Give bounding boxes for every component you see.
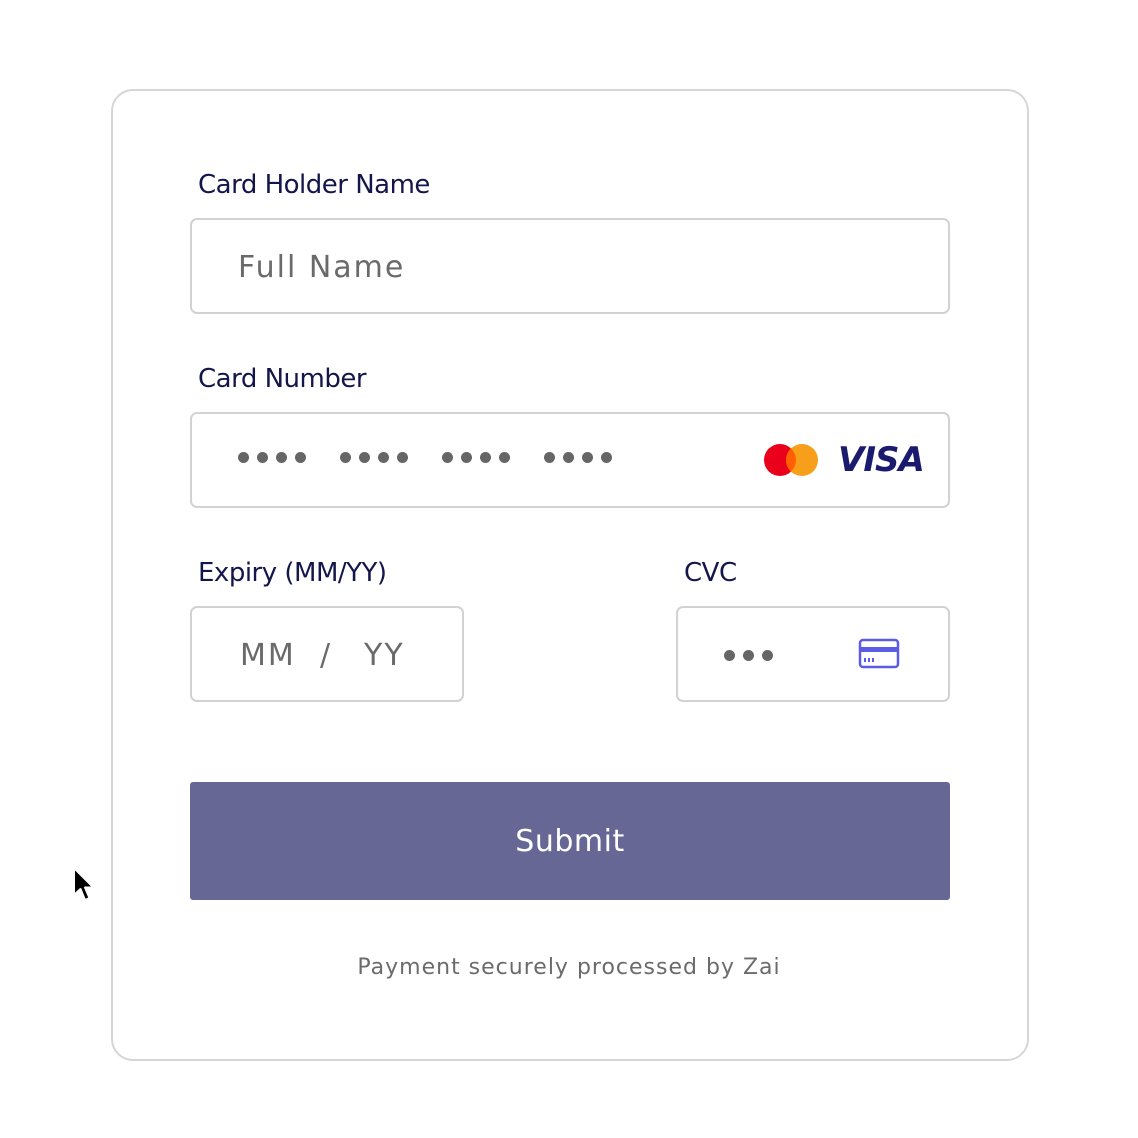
- cvc-input[interactable]: [676, 606, 950, 702]
- expiry-input[interactable]: MM / YY: [190, 606, 464, 702]
- card-number-label: Card Number: [198, 364, 367, 394]
- expiry-mm-placeholder: MM: [240, 638, 296, 673]
- payment-footer-text: Payment securely processed by Zai: [357, 955, 781, 980]
- mastercard-icon: [764, 444, 818, 476]
- expiry-yy-placeholder: YY: [364, 638, 405, 673]
- card-number-input[interactable]: VISA: [190, 412, 950, 508]
- card-icon: [858, 638, 900, 669]
- submit-button[interactable]: Submit: [190, 782, 950, 900]
- expiry-separator: /: [320, 638, 333, 673]
- card-holder-input[interactable]: Full Name: [190, 218, 950, 314]
- cvc-label: CVC: [684, 558, 737, 588]
- visa-icon: VISA: [838, 440, 925, 480]
- card-holder-placeholder: Full Name: [238, 250, 406, 285]
- card-holder-label: Card Holder Name: [198, 170, 430, 200]
- cvc-mask: [724, 650, 773, 661]
- mouse-cursor-icon: [73, 867, 95, 901]
- card-number-mask: [238, 452, 612, 463]
- expiry-label: Expiry (MM/YY): [198, 558, 387, 588]
